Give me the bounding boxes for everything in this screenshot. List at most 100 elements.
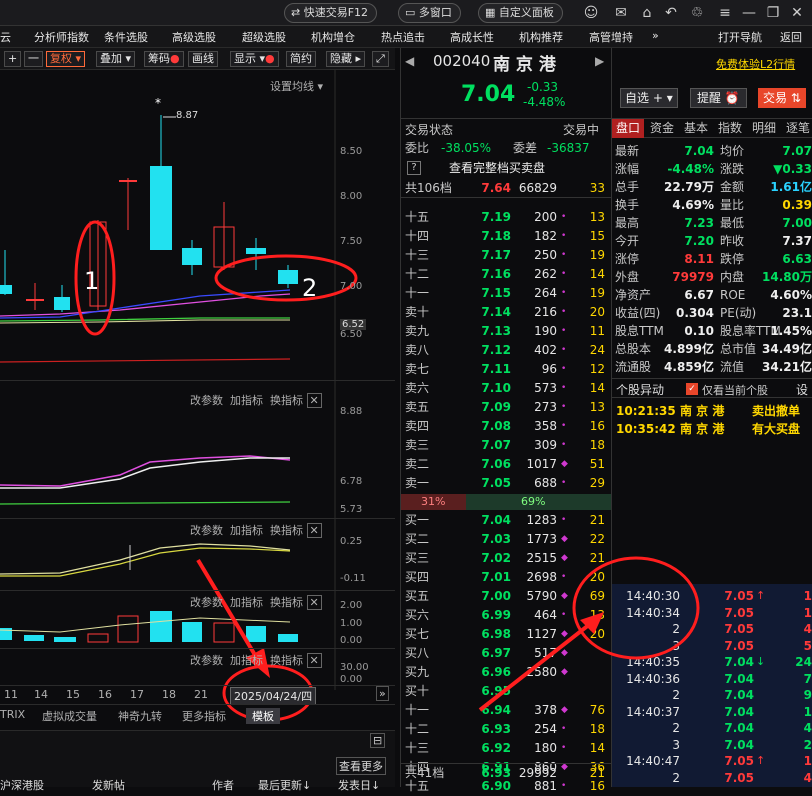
asks-row[interactable]: 十五 7.19 200 • 13 [401, 208, 611, 227]
menu-more-icon[interactable]: » [652, 29, 659, 42]
add-watchlist-button[interactable]: 自选 + ▾ [620, 88, 678, 108]
close-pane-icon[interactable]: ✕ [306, 653, 322, 668]
zoom-out-button[interactable]: 一 [24, 51, 43, 67]
add-indicator-button[interactable]: 加指标 [230, 524, 263, 537]
new-post-button[interactable]: 发新帖 [92, 777, 125, 793]
close-pane-icon[interactable]: ✕ [306, 595, 322, 610]
asks-row[interactable]: 卖一 7.05 688 • 29 [401, 474, 611, 493]
close-pane-icon[interactable]: ✕ [306, 393, 322, 408]
asks-row[interactable]: 卖二 7.06 1017 ◆ 51 [401, 455, 611, 474]
tab-template[interactable]: 模板 [246, 708, 280, 724]
mail-icon[interactable]: ✉ [612, 4, 630, 22]
switch-indicator-button[interactable]: 换指标 [270, 654, 303, 667]
close-pane-icon[interactable]: ✕ [306, 523, 322, 538]
prev-stock-icon[interactable]: ◀ [405, 54, 414, 68]
chips-button[interactable]: 筹码● [144, 51, 184, 67]
tab-trix[interactable]: TRIX [0, 708, 25, 721]
user-icon[interactable]: ☺ [582, 4, 600, 22]
news-col-posted[interactable]: 发表日↓ [338, 777, 380, 793]
news-col-board[interactable]: 沪深港股 [0, 777, 44, 793]
simple-button[interactable]: 简约 [286, 51, 316, 67]
collapse-icon[interactable]: ⊟ [370, 733, 386, 748]
asks-row[interactable]: 卖十 7.14 216 • 20 [401, 303, 611, 322]
free-l2-link[interactable]: 免费体验L2行情 [716, 56, 795, 72]
custom-panel-button[interactable]: ▦ 自定义面板 [478, 3, 563, 23]
switch-indicator-button[interactable]: 换指标 [270, 524, 303, 537]
asks-row[interactable]: 十一 7.15 264 • 19 [401, 284, 611, 303]
change-params-button[interactable]: 改参数 [190, 394, 223, 407]
news-col-updated[interactable]: 最后更新↓ [258, 777, 311, 793]
tab-virtual-volume[interactable]: 虚拟成交量 [42, 708, 97, 724]
asks-row[interactable]: 卖六 7.10 573 • 14 [401, 379, 611, 398]
change-params-button[interactable]: 改参数 [190, 524, 223, 537]
overlay-button[interactable]: 叠加 ▾ [96, 51, 136, 67]
asks-row[interactable]: 卖四 7.08 358 • 16 [401, 417, 611, 436]
asks-row[interactable]: 卖九 7.13 190 • 11 [401, 322, 611, 341]
asks-row[interactable]: 卖七 7.11 96 • 12 [401, 360, 611, 379]
draw-line-button[interactable]: 画线 [188, 51, 218, 67]
fuquan-button[interactable]: 复权 ▾ [46, 51, 86, 67]
trade-button[interactable]: 交易 ⇅ [758, 88, 806, 108]
mover-row[interactable]: 10:21:35 南 京 港 卖出撤单 [612, 402, 812, 420]
tab-index[interactable]: 指数 [714, 119, 746, 138]
kline-chart[interactable]: 设置均线 ▾ * 8.87 8.50 8.00 7.50 7.00 6.52 6… [0, 70, 395, 730]
scroll-right-icon[interactable]: » [376, 686, 389, 701]
menu-item-high-growth[interactable]: 高成长性 [450, 29, 494, 45]
skin-icon[interactable]: ♲ [688, 4, 706, 22]
hide-button[interactable]: 隐藏 ▸ [326, 51, 366, 67]
menu-item-exec-increase[interactable]: 高管增持 [589, 29, 633, 45]
full-depth-row[interactable]: ? 查看完整档买卖盘 [401, 159, 611, 178]
tab-funds[interactable]: 资金 [646, 119, 678, 138]
home-icon[interactable]: ⌂ [638, 4, 656, 22]
trading-tab[interactable]: 交易中 [563, 121, 599, 138]
fullscreen-icon[interactable]: ⤢ [372, 51, 389, 67]
help-icon[interactable]: ? [407, 161, 421, 175]
back-icon[interactable]: ↶ [662, 4, 680, 22]
asks-row[interactable]: 十三 7.17 250 • 19 [401, 246, 611, 265]
asks-row[interactable]: 十四 7.18 182 • 15 [401, 227, 611, 246]
display-button[interactable]: 显示 ▾● [230, 51, 279, 67]
news-col-author[interactable]: 作者 [212, 777, 234, 793]
only-current-checkbox[interactable]: ✓ [686, 383, 698, 395]
full-depth-button[interactable]: 查看完整档买卖盘 [449, 159, 545, 178]
asks-row[interactable]: 卖三 7.07 309 • 18 [401, 436, 611, 455]
asks-row[interactable]: 十二 7.16 262 • 14 [401, 265, 611, 284]
alert-button[interactable]: 提醒 ⏰ [690, 88, 747, 108]
tab-more-indicators[interactable]: 更多指标 [182, 708, 226, 724]
asks-row[interactable]: 卖八 7.12 402 • 24 [401, 341, 611, 360]
check-more-button[interactable]: 查看更多 [336, 757, 386, 775]
menu-item-advanced-pick[interactable]: 高级选股 [172, 29, 216, 45]
minimize-icon[interactable]: — [740, 4, 758, 22]
bids-row[interactable]: 买一 7.04 1283 • 21 [401, 511, 611, 530]
menu-item-navigation[interactable]: 打开导航 [718, 29, 762, 45]
change-params-button[interactable]: 改参数 [190, 596, 223, 609]
zoom-in-button[interactable]: + [4, 51, 22, 67]
menu-item-inst-recommend[interactable]: 机构推荐 [519, 29, 563, 45]
next-stock-icon[interactable]: ▶ [595, 54, 604, 68]
tab-basic[interactable]: 基本 [680, 119, 712, 138]
menu-item-condition-pick[interactable]: 条件选股 [104, 29, 148, 45]
menu-item-super-pick[interactable]: 超级选股 [242, 29, 286, 45]
movers-settings-button[interactable]: 设 [796, 381, 808, 398]
multi-window-button[interactable]: ▭ 多窗口 [398, 3, 461, 23]
tab-pankou[interactable]: 盘口 [612, 119, 644, 138]
menu-item-analyst-index[interactable]: 分析师指数 [34, 29, 89, 45]
add-indicator-button[interactable]: 加指标 [230, 596, 263, 609]
change-params-button[interactable]: 改参数 [190, 654, 223, 667]
quick-trade-button[interactable]: ⇄ 快速交易F12 [284, 3, 378, 23]
menu-item-inst-increase[interactable]: 机构增仓 [311, 29, 355, 45]
tab-tick[interactable]: 逐笔 [782, 119, 812, 138]
menu-item-hot-spot[interactable]: 热点追击 [381, 29, 425, 45]
switch-indicator-button[interactable]: 换指标 [270, 596, 303, 609]
tab-magic-nine[interactable]: 神奇九转 [118, 708, 162, 724]
asks-row[interactable]: 卖五 7.09 273 • 13 [401, 398, 611, 417]
restore-icon[interactable]: ❐ [764, 4, 782, 22]
add-indicator-button[interactable]: 加指标 [230, 654, 263, 667]
close-icon[interactable]: ✕ [788, 4, 806, 22]
menu-item-cloud[interactable]: 云 [0, 29, 11, 45]
menu-item-return[interactable]: 返回 [780, 29, 802, 45]
mover-row[interactable]: 10:35:42 南 京 港 有大买盘 [612, 420, 812, 438]
menu-icon[interactable]: ≡ [716, 4, 734, 22]
tab-detail[interactable]: 明细 [748, 119, 780, 138]
add-indicator-button[interactable]: 加指标 [230, 394, 263, 407]
